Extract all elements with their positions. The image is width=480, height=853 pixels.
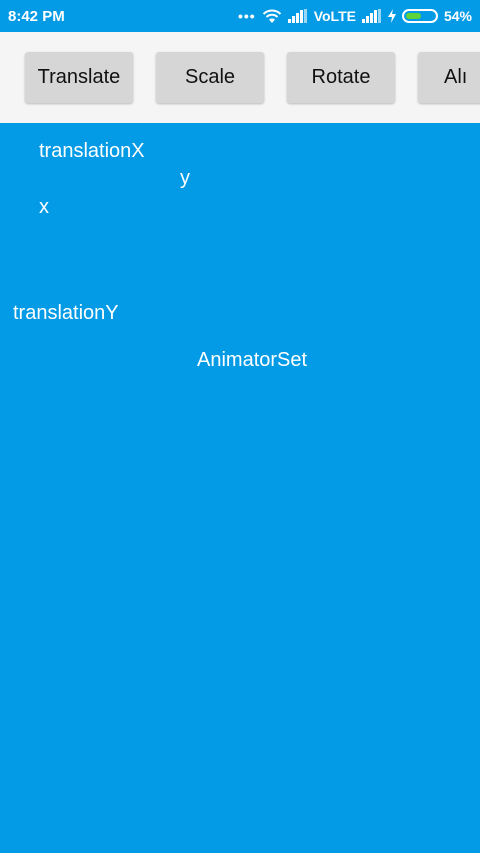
battery-percent: 54% bbox=[443, 8, 472, 24]
y-label: y bbox=[180, 167, 190, 189]
translation-x-label: translationX bbox=[39, 140, 145, 162]
x-label: x bbox=[39, 196, 49, 218]
status-icons: ••• VoLTE 54% bbox=[238, 8, 472, 24]
translate-button[interactable]: Translate bbox=[25, 52, 133, 103]
battery-fill bbox=[405, 13, 421, 19]
rotate-button[interactable]: Rotate bbox=[287, 52, 395, 103]
translation-y-label: translationY bbox=[13, 302, 119, 324]
status-time: 8:42 PM bbox=[8, 8, 65, 25]
battery-icon bbox=[401, 9, 438, 23]
status-bar: 8:42 PM ••• VoLTE 54% bbox=[0, 0, 480, 32]
wifi-icon bbox=[262, 8, 282, 24]
toolbar: Translate Scale Rotate Alı bbox=[0, 32, 480, 123]
alpha-button[interactable]: Alı bbox=[418, 52, 480, 103]
signal-icon bbox=[287, 9, 308, 23]
animation-stage: translationX y x translationY AnimatorSe… bbox=[0, 123, 480, 853]
animator-set-label: AnimatorSet bbox=[197, 349, 308, 371]
network-type: VoLTE bbox=[313, 8, 356, 24]
charging-icon bbox=[387, 9, 396, 23]
signal-icon-2 bbox=[361, 9, 382, 23]
scale-button[interactable]: Scale bbox=[156, 52, 264, 103]
more-dots-icon: ••• bbox=[237, 8, 256, 24]
